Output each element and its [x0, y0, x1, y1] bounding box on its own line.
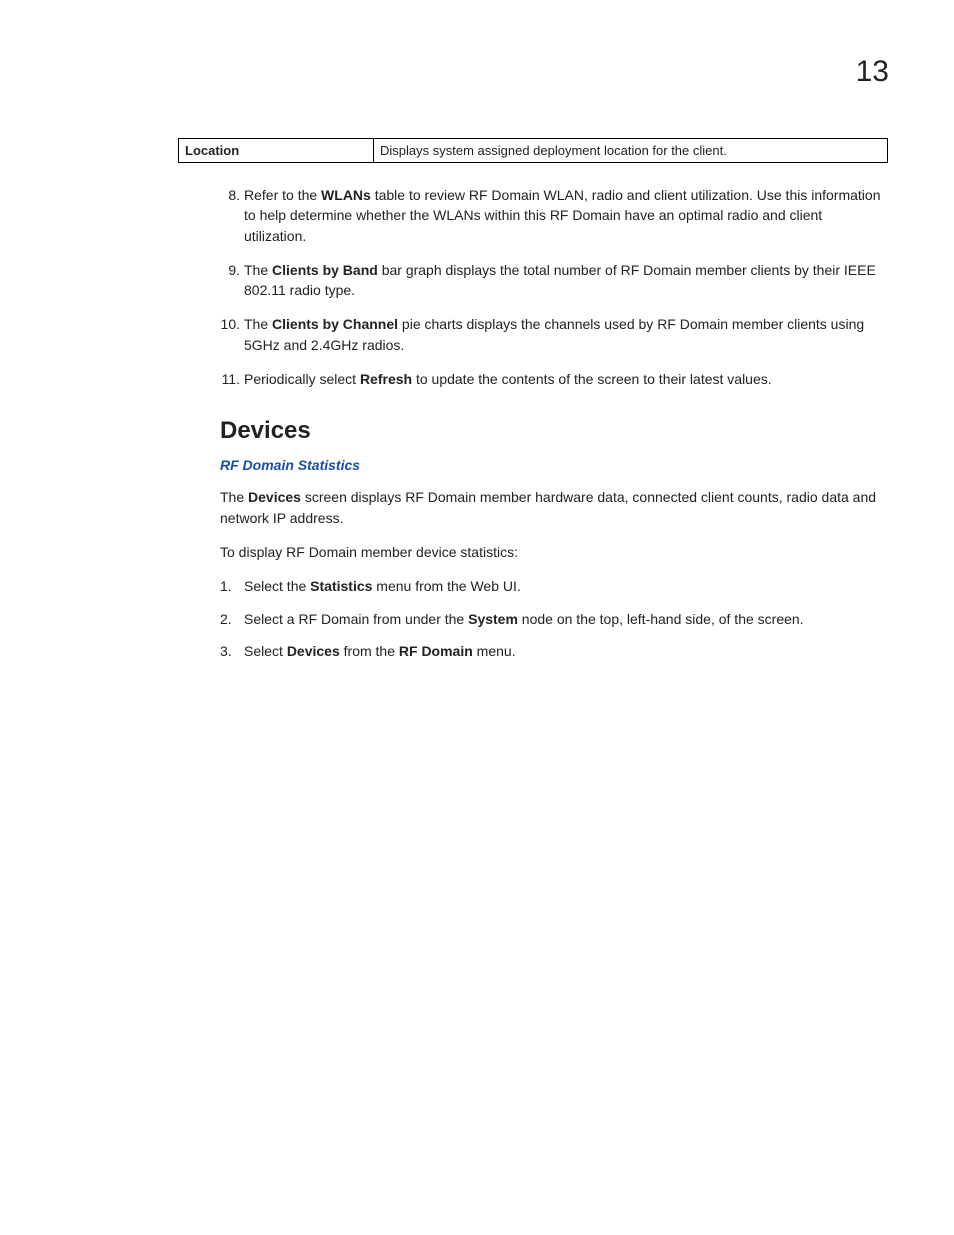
list-text: node on the top, left-hand side, of the … [518, 611, 804, 627]
list-number: 8. [214, 185, 240, 205]
list-number: 10. [214, 314, 240, 334]
table-label-cell: Location [179, 139, 374, 163]
list-item: 3. Select Devices from the RF Domain men… [220, 641, 888, 661]
list-text: Refer to the [244, 187, 321, 203]
list-item: 10. The Clients by Channel pie charts di… [220, 314, 888, 355]
para-bold: Devices [248, 489, 301, 505]
list-item: 9. The Clients by Band bar graph display… [220, 260, 888, 301]
list-text: The [244, 316, 272, 332]
list-item: 11. Periodically select Refresh to updat… [220, 369, 888, 389]
table-desc-cell: Displays system assigned deployment loca… [374, 139, 888, 163]
list-item: 1. Select the Statistics menu from the W… [220, 576, 888, 596]
numbered-list-steps: 1. Select the Statistics menu from the W… [220, 576, 888, 661]
list-number: 2. [220, 609, 236, 629]
list-bold: Clients by Channel [272, 316, 398, 332]
list-number: 3. [220, 641, 236, 661]
list-text: Periodically select [244, 371, 360, 387]
table-row: Location Displays system assigned deploy… [179, 139, 888, 163]
list-bold: Clients by Band [272, 262, 378, 278]
paragraph: To display RF Domain member device stati… [220, 542, 888, 562]
list-number: 1. [220, 576, 236, 596]
paragraph: The Devices screen displays RF Domain me… [220, 487, 888, 528]
list-bold: Devices [287, 643, 340, 659]
list-item: 8. Refer to the WLANs table to review RF… [220, 185, 888, 246]
list-text: to update the contents of the screen to … [412, 371, 772, 387]
list-item: 2. Select a RF Domain from under the Sys… [220, 609, 888, 629]
list-text: Select a RF Domain from under the [244, 611, 468, 627]
list-text: Select the [244, 578, 310, 594]
list-bold: System [468, 611, 518, 627]
list-number: 11. [214, 369, 240, 389]
list-text: from the [340, 643, 399, 659]
location-table: Location Displays system assigned deploy… [178, 138, 888, 163]
list-text: menu. [473, 643, 516, 659]
section-heading-devices: Devices [220, 417, 888, 445]
list-bold: Statistics [310, 578, 372, 594]
list-text: menu from the Web UI. [372, 578, 520, 594]
list-bold: WLANs [321, 187, 371, 203]
numbered-list-top: 8. Refer to the WLANs table to review RF… [220, 185, 888, 389]
breadcrumb-link[interactable]: RF Domain Statistics [220, 457, 888, 473]
list-bold: Refresh [360, 371, 412, 387]
page-content: Location Displays system assigned deploy… [178, 138, 888, 673]
list-text: Select [244, 643, 287, 659]
page-number: 13 [856, 55, 889, 89]
list-text: The [244, 262, 272, 278]
para-text: The [220, 489, 248, 505]
list-number: 9. [214, 260, 240, 280]
para-text: screen displays RF Domain member hardwar… [220, 489, 876, 525]
list-bold: RF Domain [399, 643, 473, 659]
